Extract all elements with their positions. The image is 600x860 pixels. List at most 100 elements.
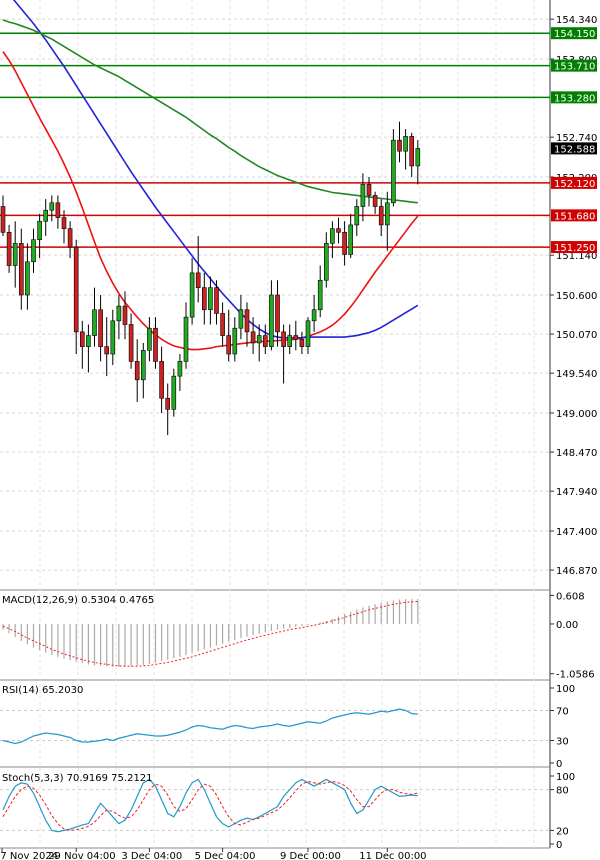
y-tick-label: 154.340 <box>556 15 597 26</box>
candle-body <box>226 335 231 355</box>
candle-body <box>171 375 177 410</box>
candle-body <box>98 309 103 347</box>
y-tick-label: 149.000 <box>556 409 597 420</box>
candle-body <box>403 136 408 152</box>
candle-body <box>195 272 201 288</box>
current-price-tag: 152.588 <box>551 142 597 155</box>
candle-body <box>305 320 311 347</box>
candle-body <box>232 327 238 355</box>
y-tick-label: 150.600 <box>556 291 597 302</box>
candle-body <box>342 232 347 255</box>
candle-body <box>323 243 329 281</box>
level-tag-label: 153.280 <box>554 93 595 104</box>
candle <box>171 368 177 417</box>
y-tick-label: 147.400 <box>556 527 597 538</box>
candle-body <box>177 361 183 377</box>
y-tick-label: 147.940 <box>556 487 597 498</box>
stoch-tick-label: 20 <box>556 826 569 837</box>
macd-title: MACD(12,26,9) 0.5304 0.4765 <box>2 595 154 606</box>
stoch-tick-label: 0 <box>556 840 562 851</box>
stoch-title: Stoch(5,3,3) 70.9169 75.2121 <box>2 773 153 784</box>
level-tag-label: 153.710 <box>554 62 595 73</box>
candle-body <box>165 397 170 410</box>
stoch-tick-label: 100 <box>556 772 575 783</box>
candle-body <box>25 261 30 296</box>
candle-body <box>287 335 293 347</box>
rsi-tick-label: 0 <box>556 759 562 770</box>
candle-body <box>238 309 244 329</box>
candle-body <box>262 335 268 347</box>
candle-body <box>18 243 24 296</box>
x-tick-label: 3 Dec 04:00 <box>121 851 182 860</box>
candle-body <box>360 184 366 207</box>
candle-body <box>67 228 73 248</box>
candle-body <box>122 305 128 325</box>
y-tick-label: 150.070 <box>556 330 597 341</box>
stoch-tick-label: 80 <box>556 786 569 797</box>
candle-body <box>281 331 286 347</box>
candle-body <box>183 316 189 362</box>
candle-body <box>134 361 140 381</box>
x-tick-label: 29 Nov 04:00 <box>48 851 115 860</box>
x-tick-label: 5 Dec 04:00 <box>195 851 256 860</box>
candle-body <box>299 338 305 347</box>
candle-body <box>49 202 55 211</box>
candle-body <box>220 313 225 336</box>
candle-body <box>397 139 402 152</box>
level-tag-label: 151.680 <box>554 211 595 222</box>
candle-body <box>31 239 36 263</box>
y-tick-label: 148.470 <box>556 448 597 459</box>
chart-background <box>0 0 600 860</box>
x-tick-label: 11 Dec 00:00 <box>359 851 426 860</box>
candle-body <box>293 335 299 340</box>
candle-body <box>6 232 12 266</box>
candle-body <box>80 331 85 347</box>
candle-body <box>311 309 317 322</box>
macd-tick-label: 0.608 <box>556 591 585 602</box>
candle-body <box>366 184 372 196</box>
candle-body <box>55 202 61 218</box>
candle-body <box>372 195 378 207</box>
candle-body <box>208 287 213 311</box>
candle-body <box>61 217 67 229</box>
level-tag-label: 151.250 <box>554 243 595 254</box>
candle-body <box>43 209 49 222</box>
y-tick-label: 149.540 <box>556 369 597 380</box>
candle-body <box>104 346 109 355</box>
rsi-tick-label: 70 <box>556 707 569 718</box>
macd-tick-label: 0.00 <box>556 620 578 631</box>
candle-body <box>12 243 18 266</box>
candle-body <box>0 206 6 233</box>
candle-body <box>256 335 262 344</box>
candle-body <box>116 305 122 322</box>
candle-body <box>147 327 152 351</box>
candle <box>391 129 396 207</box>
candle-body <box>92 309 97 336</box>
candle-body <box>244 309 250 333</box>
candle-body <box>128 324 134 362</box>
rsi-tick-label: 30 <box>556 737 569 748</box>
candle-body <box>86 335 91 347</box>
candle-body <box>73 246 79 333</box>
current-price-label: 152.588 <box>554 144 595 155</box>
candle-body <box>202 287 207 311</box>
rsi-title: RSI(14) 65.2030 <box>2 685 83 696</box>
candle-body <box>354 206 360 226</box>
candle-body <box>250 331 256 344</box>
x-tick-label: 9 Dec 00:00 <box>280 851 341 860</box>
candle-body <box>214 287 219 314</box>
level-tag-label: 152.120 <box>554 179 595 190</box>
y-tick-label: 146.870 <box>556 566 597 577</box>
candle-body <box>415 148 421 167</box>
candle-body <box>110 320 116 355</box>
candle-body <box>189 272 195 318</box>
candle-body <box>378 206 384 226</box>
candle-body <box>37 220 42 240</box>
candle-body <box>330 228 335 244</box>
candle-body <box>384 202 390 226</box>
candle-body <box>409 136 415 167</box>
level-tag-label: 154.150 <box>554 29 595 40</box>
candle-body <box>159 361 164 399</box>
candle-body <box>348 224 354 255</box>
candle-body <box>336 228 341 233</box>
